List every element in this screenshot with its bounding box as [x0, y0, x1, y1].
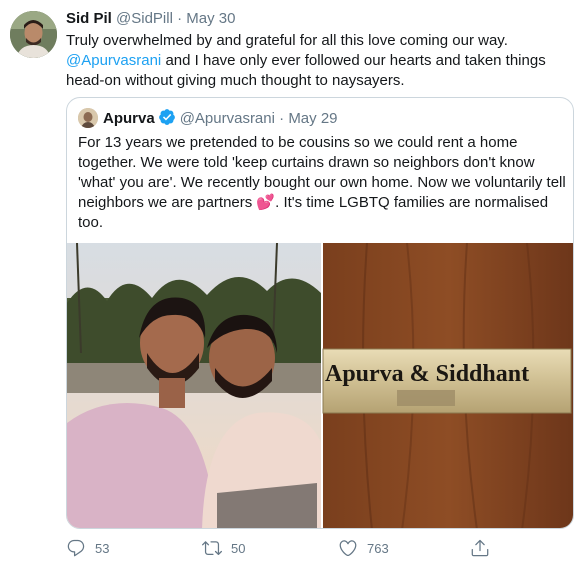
reply-icon — [66, 538, 86, 558]
quoted-author-handle[interactable]: @Apurvasrani — [180, 110, 275, 127]
retweet-count: 50 — [231, 540, 246, 556]
tweet-actions: 53 50 763 — [66, 538, 546, 560]
tweet-text-line1: Truly overwhelmed by and grateful for al… — [66, 32, 508, 49]
retweet-icon — [202, 538, 222, 558]
author-handle[interactable]: @SidPill — [116, 10, 173, 27]
tweet-text: Truly overwhelmed by and grateful for al… — [66, 31, 571, 91]
quoted-date[interactable]: May 29 — [288, 110, 337, 127]
author-name[interactable]: Sid Pil — [66, 10, 112, 27]
nameplate-text: Apurva & Siddhant — [325, 361, 529, 387]
nameplate-photo[interactable]: Apurva & Siddhant — [322, 243, 574, 529]
quoted-text: For 13 years we pretended to be cousins … — [78, 134, 566, 231]
tweet[interactable]: Sid Pil @SidPill · May 30 Truly overwhel… — [0, 0, 588, 565]
quoted-tweet[interactable]: Apurva @Apurvasrani · May 29 For 13 years… — [66, 97, 574, 529]
tweet-header: Sid Pil @SidPill · May 30 — [66, 9, 235, 29]
share-icon — [470, 538, 490, 558]
like-count: 763 — [367, 540, 389, 556]
quoted-author-name[interactable]: Apurva — [103, 110, 155, 127]
share-button[interactable] — [470, 538, 490, 558]
retweet-button[interactable]: 50 — [202, 538, 245, 558]
couple-photo[interactable] — [67, 243, 321, 529]
tweet-date[interactable]: May 30 — [186, 10, 235, 27]
like-button[interactable]: 763 — [338, 538, 389, 558]
quoted-author-avatar[interactable] — [78, 108, 98, 128]
mention-link[interactable]: @Apurvasrani — [66, 52, 161, 69]
quoted-header: Apurva @Apurvasrani · May 29 — [103, 108, 338, 132]
reply-count: 53 — [95, 540, 110, 556]
quoted-media[interactable]: Apurva & Siddhant — [67, 243, 574, 529]
reply-button[interactable]: 53 — [66, 538, 109, 558]
quoted-header-separator: · — [279, 110, 285, 127]
author-avatar[interactable] — [10, 11, 57, 58]
header-separator: · — [177, 10, 183, 27]
verified-badge-icon — [158, 108, 176, 132]
like-icon — [338, 538, 358, 558]
